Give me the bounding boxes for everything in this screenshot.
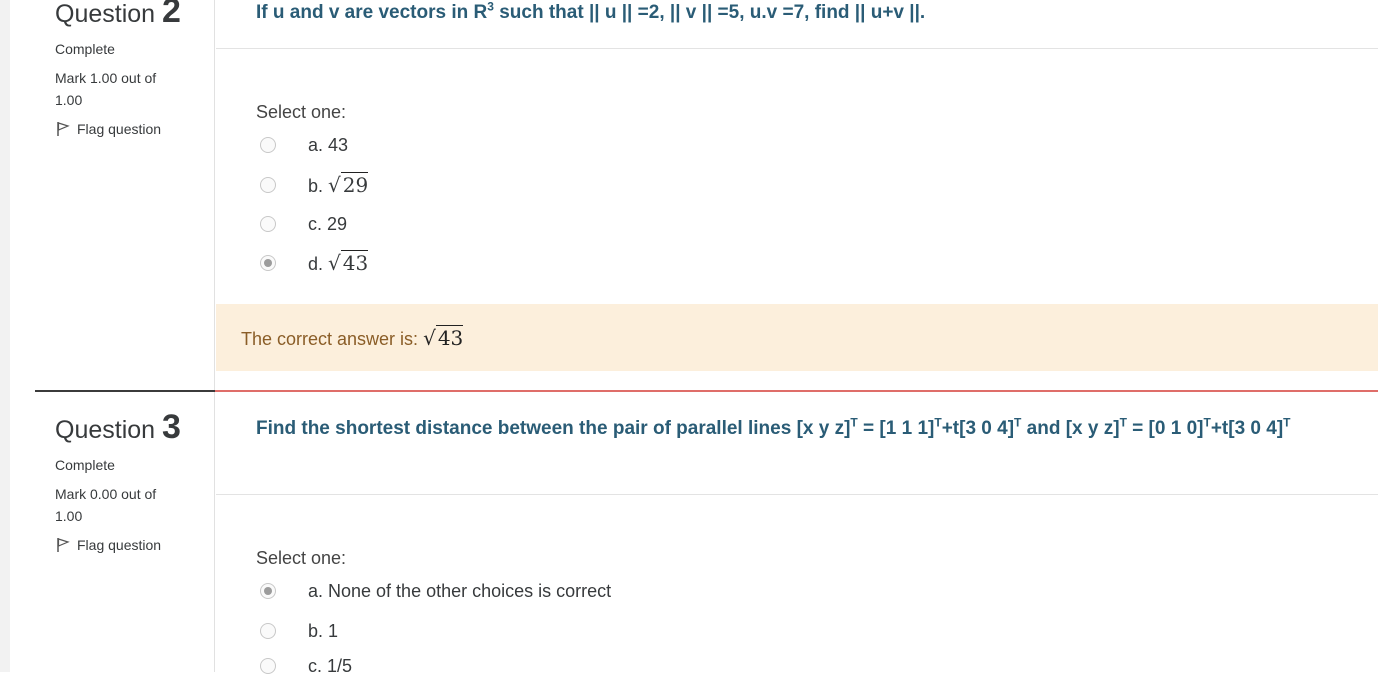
- q3-option-c[interactable]: c. 1/5: [260, 652, 352, 680]
- q3-text-separator: [216, 494, 1378, 495]
- q2-prompt: Select one:: [256, 102, 347, 122]
- q2-grade: Mark 1.00 out of 1.00: [55, 70, 157, 108]
- q2-content-rule: [214, 0, 215, 390]
- q3-text-part: and [x y z]: [1021, 418, 1120, 439]
- q3-title: Question 3: [55, 410, 195, 445]
- transpose-sup: T: [1283, 415, 1291, 430]
- q2-title-label: Question: [55, 0, 156, 28]
- flag-icon: [57, 538, 70, 552]
- q3-info-panel: Question 3 Complete Mark 0.00 out of 1.0…: [55, 410, 195, 553]
- q2-option-b-prefix: b.: [308, 176, 329, 196]
- q3-number: 3: [162, 408, 181, 446]
- q2-title: Question 2: [55, 0, 195, 29]
- q3-flag-label[interactable]: Flag question: [77, 537, 161, 553]
- page-gutter: [0, 0, 10, 672]
- q2-question-text: If u and v are vectors in R3 such that |…: [256, 0, 1336, 28]
- q3-text-part: = [1 1 1]: [857, 418, 935, 439]
- q2-option-a[interactable]: a. 43: [260, 131, 348, 159]
- sqrt-symbol: √ 29: [328, 172, 369, 197]
- q2-radio-d[interactable]: [260, 255, 276, 271]
- q3-option-b-label[interactable]: b. 1: [308, 621, 338, 642]
- q2-state: Complete: [55, 41, 115, 57]
- q3-text-part: +t[3 0 4]: [1210, 418, 1284, 439]
- q2-option-c[interactable]: c. 29: [260, 210, 347, 238]
- q2-info-panel: Question 2 Complete Mark 1.00 out of 1.0…: [55, 0, 195, 137]
- q2-radio-a[interactable]: [260, 137, 276, 153]
- q2-feedback-radicand: 43: [435, 324, 464, 350]
- q3-option-b[interactable]: b. 1: [260, 617, 338, 645]
- q2-option-b-label[interactable]: b. √ 29: [308, 172, 369, 197]
- q2-text-sup: 3: [487, 0, 494, 14]
- q2-option-d-radicand: 43: [340, 250, 369, 275]
- flag-icon: [57, 122, 70, 136]
- q3-option-a-label[interactable]: a. None of the other choices is correct: [308, 581, 611, 602]
- q3-prompt: Select one:: [256, 548, 347, 568]
- q3-state: Complete: [55, 457, 115, 473]
- q2-text-part: If u and v are vectors in R: [256, 2, 488, 23]
- q3-option-c-label[interactable]: c. 1/5: [308, 656, 352, 677]
- q2-text-separator: [216, 48, 1378, 49]
- q2-option-b[interactable]: b. √ 29: [260, 171, 369, 199]
- q2-feedback-text: The correct answer is: √ 43: [241, 324, 464, 350]
- transpose-sup: T: [1203, 415, 1211, 430]
- question-divider-right: [215, 390, 1378, 392]
- q3-content-rule: [214, 392, 215, 672]
- q2-text-part: such that || u || =2, || v || =5, u.v =7…: [493, 2, 926, 23]
- q3-question-text: Find the shortest distance between the p…: [256, 414, 1336, 444]
- q2-option-d-prefix: d.: [308, 254, 329, 274]
- q2-option-b-radicand: 29: [340, 172, 369, 197]
- q3-grade: Mark 0.00 out of 1.00: [55, 486, 157, 524]
- question-divider-left: [35, 390, 215, 392]
- q2-option-d-label[interactable]: d. √ 43: [308, 250, 369, 275]
- transpose-sup: T: [1119, 415, 1127, 430]
- q2-option-c-label[interactable]: c. 29: [308, 214, 347, 235]
- q3-option-a[interactable]: a. None of the other choices is correct: [260, 577, 611, 605]
- q3-text-part: = [0 1 0]: [1126, 418, 1204, 439]
- q3-text-part: +t[3 0 4]: [941, 418, 1015, 439]
- q3-radio-a[interactable]: [260, 583, 276, 599]
- q3-title-label: Question: [55, 416, 156, 444]
- q2-feedback-box: The correct answer is: √ 43: [216, 304, 1378, 371]
- q3-radio-b[interactable]: [260, 623, 276, 639]
- q3-text-part: Find the shortest distance between the p…: [256, 418, 851, 439]
- q2-flag-question[interactable]: Flag question: [55, 121, 195, 137]
- q3-flag-question[interactable]: Flag question: [55, 537, 195, 553]
- q2-option-d[interactable]: d. √ 43: [260, 249, 369, 277]
- transpose-sup: T: [850, 415, 858, 430]
- q2-number: 2: [162, 0, 181, 30]
- q2-radio-b[interactable]: [260, 177, 276, 193]
- sqrt-symbol: √ 43: [423, 324, 464, 350]
- q2-option-a-label[interactable]: a. 43: [308, 135, 348, 156]
- sqrt-symbol: √ 43: [328, 250, 369, 275]
- q2-feedback-prefix: The correct answer is:: [241, 328, 424, 349]
- q2-radio-c[interactable]: [260, 216, 276, 232]
- transpose-sup: T: [934, 415, 942, 430]
- q2-flag-label[interactable]: Flag question: [77, 121, 161, 137]
